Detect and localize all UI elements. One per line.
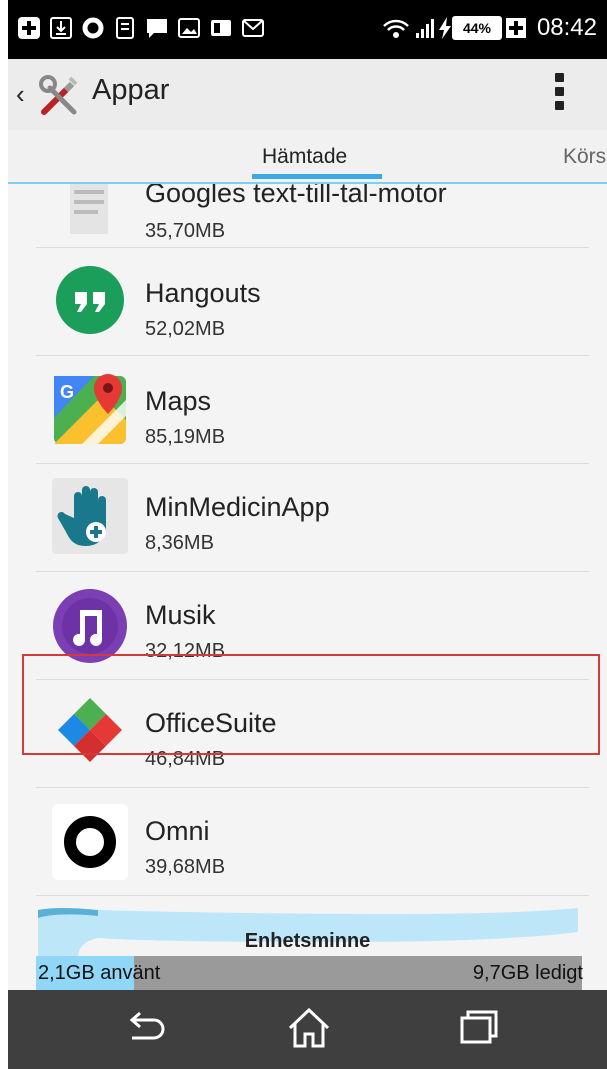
app-name: Googles text-till-tal-motor [145, 184, 447, 208]
app-name: Omni [145, 816, 210, 846]
minmedicin-icon [52, 478, 128, 554]
storage-free-label: 9,7GB ledigt [472, 962, 583, 984]
wifi-icon [383, 19, 409, 38]
doc-icon [116, 17, 134, 39]
download-icon [50, 17, 72, 39]
home-icon[interactable] [284, 1006, 334, 1050]
app-size: 85,19MB [145, 426, 226, 448]
highlight-box [22, 654, 600, 755]
back-icon[interactable] [120, 1006, 170, 1050]
back-chevron-icon[interactable]: ‹ [16, 79, 25, 110]
charging-icon [439, 17, 451, 39]
recents-icon[interactable] [454, 1006, 504, 1050]
chat-icon [147, 19, 167, 38]
app-size: 8,36MB [145, 532, 214, 554]
plus-icon [18, 17, 40, 39]
divider [36, 895, 589, 896]
action-bar: ‹ Appar [8, 59, 607, 131]
mail-icon [242, 19, 264, 37]
app-name: Musik [145, 600, 216, 630]
tools-icon[interactable] [36, 72, 82, 118]
storage-summary: Enhetsminne 2,1GB använt 9,7GB ledigt [8, 908, 607, 990]
phone-screen: 44% 08:42 ‹ Appar Hämtade Körs Googles t… [8, 0, 607, 1069]
app-list: Googles text-till-tal-motor 35,70MB Hang… [8, 184, 607, 908]
app-size: 35,70MB [145, 220, 226, 242]
list-item[interactable]: Hangouts 52,02MB [8, 248, 607, 356]
storage-used-label: 2,1GB använt [38, 962, 161, 984]
list-item[interactable]: Googles text-till-tal-motor 35,70MB [8, 184, 607, 248]
list-item[interactable]: MinMedicinApp 8,36MB [8, 464, 607, 572]
tts-icon [70, 184, 108, 234]
music-icon [53, 589, 127, 663]
overflow-menu-icon[interactable] [554, 73, 566, 117]
tab-indicator [252, 174, 382, 179]
tab-hamtade[interactable]: Hämtade [262, 145, 347, 169]
app-size: 52,02MB [145, 318, 226, 340]
app-name: Hangouts [145, 278, 261, 308]
app-size: 39,68MB [145, 856, 226, 878]
app-name: MinMedicinApp [145, 492, 330, 522]
signal-icon [416, 19, 434, 38]
list-item[interactable]: Omni 39,68MB [8, 788, 607, 896]
battery-plus-icon [506, 18, 526, 38]
hangouts-icon [56, 266, 124, 334]
omni-icon [52, 804, 128, 880]
page-title: Appar [92, 74, 170, 106]
battery-icon: 44% [452, 16, 502, 40]
storage-title: Enhetsminne [244, 930, 371, 952]
svg-text:G: G [60, 382, 74, 402]
circle-icon [82, 17, 104, 39]
card-icon [211, 20, 231, 36]
maps-icon: G [54, 374, 126, 444]
tab-kors[interactable]: Körs [563, 145, 606, 169]
navigation-bar [8, 990, 607, 1069]
app-name: Maps [145, 386, 212, 416]
clock: 08:42 [536, 14, 597, 41]
tab-bar: Hämtade Körs [8, 130, 607, 184]
list-item[interactable]: G Maps 85,19MB [8, 356, 607, 464]
status-bar: 44% 08:42 [8, 0, 607, 59]
image-icon [178, 18, 200, 38]
